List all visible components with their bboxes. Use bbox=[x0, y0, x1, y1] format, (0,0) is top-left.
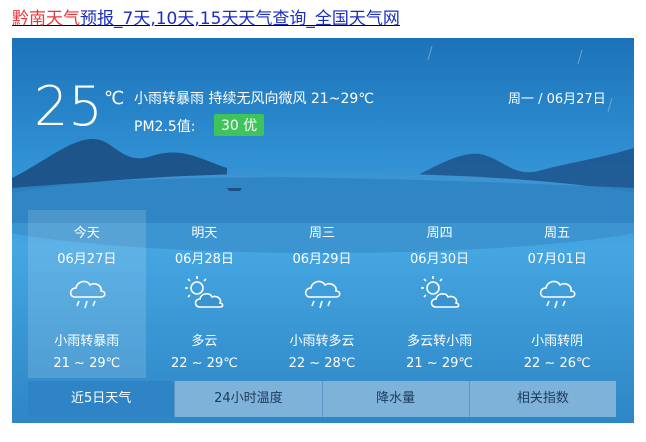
day-temperature-range: 22 ~ 29℃ bbox=[170, 356, 238, 371]
forecast-day: 今天 06月27日 小雨转暴雨 21 ~ 29℃ bbox=[28, 210, 146, 378]
sun-cloud-icon bbox=[185, 276, 224, 308]
day-date: 06月30日 bbox=[410, 252, 470, 267]
day-name: 明天 bbox=[191, 226, 218, 241]
tab-24h-temperature[interactable]: 24小时温度 bbox=[174, 381, 322, 417]
current-weather-description: 小雨转暴雨 持续无风向微风 21~29℃ bbox=[134, 91, 374, 107]
day-date: 06月28日 bbox=[174, 252, 234, 267]
temperature-unit: ℃ bbox=[104, 88, 125, 109]
day-name: 周五 bbox=[544, 226, 571, 241]
pm25-label: PM2.5值: bbox=[134, 119, 196, 135]
tab-precipitation[interactable]: 降水量 bbox=[321, 381, 469, 417]
forecast-day: 明天 06月28日 多云 22 ~ 29℃ bbox=[146, 210, 264, 378]
cloud-rain-icon bbox=[540, 280, 576, 309]
current-date: 周一 / 06月27日 bbox=[508, 92, 606, 107]
forecast-tabs: 近5日天气 24小时温度 降水量 相关指数 bbox=[28, 381, 616, 417]
day-temperature-range: 21 ~ 29℃ bbox=[53, 356, 121, 371]
day-name: 今天 bbox=[73, 226, 100, 241]
page-title-link[interactable]: 黔南天气预报_7天,10天,15天天气查询_全国天气网 bbox=[12, 4, 400, 29]
day-name: 周三 bbox=[308, 226, 335, 241]
day-date: 06月29日 bbox=[292, 252, 352, 267]
weather-widget: 25 ℃ 小雨转暴雨 持续无风向微风 21~29℃ PM2.5值: 30 优 周… bbox=[12, 38, 634, 423]
day-name: 周四 bbox=[426, 226, 453, 241]
tab-5-day-weather[interactable]: 近5日天气 bbox=[28, 381, 175, 417]
forecast-day: 周三 06月29日 小雨转多云 22 ~ 28℃ bbox=[263, 210, 381, 378]
city-link[interactable]: 黔南天气 bbox=[12, 9, 80, 29]
forecast-day: 周四 06月30日 多云转小雨 21 ~ 29℃ bbox=[381, 210, 499, 378]
cloud-rain-icon bbox=[69, 280, 106, 309]
sun-cloud-icon bbox=[420, 276, 459, 308]
day-condition: 小雨转暴雨 bbox=[54, 334, 120, 349]
forecast-link[interactable]: 预报_7天,10天,15天天气查询_全国天气网 bbox=[80, 9, 400, 29]
cloud-rain-icon bbox=[304, 280, 341, 309]
tab-related-index[interactable]: 相关指数 bbox=[468, 381, 616, 417]
day-condition: 多云 bbox=[191, 334, 218, 349]
forecast-day: 周五 07月01日 小雨转阴 22 ~ 26℃ bbox=[498, 210, 616, 378]
day-temperature-range: 22 ~ 26℃ bbox=[523, 356, 591, 371]
current-temperature: 25 bbox=[34, 75, 103, 138]
day-date: 06月27日 bbox=[57, 252, 117, 267]
day-temperature-range: 22 ~ 28℃ bbox=[288, 356, 356, 371]
day-temperature-range: 21 ~ 29℃ bbox=[406, 356, 473, 371]
day-condition: 多云转小雨 bbox=[407, 334, 473, 349]
day-condition: 小雨转多云 bbox=[289, 334, 355, 349]
day-condition: 小雨转阴 bbox=[531, 334, 584, 349]
five-day-forecast: 今天 06月27日 小雨转暴雨 21 ~ 29℃ 明天 06月28日 多云 22… bbox=[28, 210, 616, 378]
pm25-badge: 30 优 bbox=[214, 114, 265, 136]
day-date: 07月01日 bbox=[527, 252, 587, 267]
